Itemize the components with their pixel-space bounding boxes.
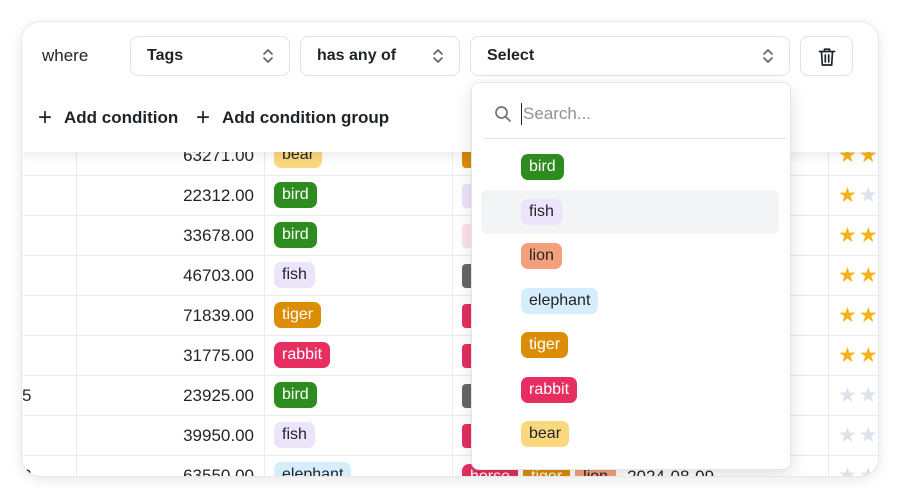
- option-bear[interactable]: bear: [481, 412, 779, 456]
- tag-cell: bird: [274, 382, 317, 408]
- star-icon[interactable]: ★: [838, 344, 859, 367]
- add-condition-button[interactable]: + Add condition: [38, 104, 179, 131]
- star-icon[interactable]: ★: [838, 384, 859, 407]
- rating-cell[interactable]: ★★: [838, 385, 878, 407]
- option-tiger[interactable]: tiger: [481, 323, 779, 367]
- chevron-up-down-icon: [763, 49, 773, 63]
- tag-badge: elephant: [274, 462, 352, 476]
- filter-window: 63271.00 bear ★★ 22312.00 bird ★★ 33678.00 bird…: [22, 22, 878, 476]
- tag-badge: rabbit: [274, 342, 331, 368]
- trash-icon: [818, 48, 836, 66]
- star-icon[interactable]: ★: [859, 384, 878, 407]
- amount-cell: 23925.00: [183, 386, 254, 405]
- star-icon[interactable]: ★: [859, 424, 878, 447]
- tag-badge: fish: [274, 262, 315, 288]
- option-tag-badge: rabbit: [521, 376, 578, 403]
- operator-select-value: has any of: [317, 47, 397, 64]
- row-id-cell: [22, 296, 76, 336]
- row-id-cell: [22, 416, 76, 456]
- amount-cell: 39950.00: [183, 426, 254, 445]
- star-icon[interactable]: ★: [859, 184, 878, 207]
- star-icon[interactable]: ★: [838, 184, 859, 207]
- rating-cell[interactable]: ★★: [838, 425, 878, 447]
- star-icon[interactable]: ★: [859, 304, 878, 327]
- search-input[interactable]: Search...: [523, 104, 591, 124]
- amount-cell: 63550.00: [183, 466, 254, 476]
- star-icon[interactable]: ★: [838, 264, 859, 287]
- star-icon[interactable]: ★: [859, 464, 878, 477]
- dropdown-search: Search...: [472, 83, 790, 139]
- rating-cell[interactable]: ★★: [838, 225, 878, 247]
- chevron-up-down-icon: [433, 49, 443, 63]
- star-icon[interactable]: ★: [838, 464, 859, 477]
- star-icon[interactable]: ★: [838, 424, 859, 447]
- add-condition-group-label: Add condition group: [222, 108, 390, 127]
- amount-cell: 33678.00: [183, 226, 254, 245]
- option-tag-badge: bear: [521, 421, 570, 447]
- field-select-value: Tags: [147, 47, 184, 64]
- tag-cell: fish: [274, 262, 315, 288]
- tag-badge: tiger: [274, 302, 322, 328]
- tag-badge: bird: [274, 382, 317, 408]
- value-select-value: Select: [487, 47, 535, 64]
- option-tag-badge: elephant: [521, 287, 599, 314]
- amount-cell: 46703.00: [183, 266, 254, 285]
- option-elephant[interactable]: elephant: [481, 279, 779, 323]
- row-id-cell: [22, 256, 76, 296]
- row-id-cell: 5: [22, 386, 32, 405]
- star-icon[interactable]: ★: [838, 224, 859, 247]
- option-rabbit[interactable]: rabbit: [481, 368, 779, 412]
- option-tag-badge: tiger: [521, 332, 569, 358]
- divider: [484, 138, 786, 139]
- tag-cell: tiger: [274, 302, 322, 328]
- option-tag-badge: lion: [521, 243, 562, 269]
- add-condition-group-button[interactable]: + Add condition group: [196, 104, 390, 131]
- tag-cell: elephant: [274, 462, 352, 476]
- tag-cell: bird: [274, 182, 317, 208]
- row-id-cell: [22, 216, 76, 256]
- plus-icon: +: [38, 104, 53, 131]
- value-select[interactable]: Select: [470, 36, 790, 76]
- star-icon[interactable]: ★: [859, 264, 878, 287]
- chevron-up-down-icon: [263, 49, 273, 63]
- amount-cell: 22312.00: [183, 186, 254, 205]
- option-tag-badge: fish: [521, 198, 562, 225]
- delete-condition-button[interactable]: [800, 36, 853, 76]
- search-icon: [495, 106, 511, 122]
- text-caret: [521, 103, 522, 125]
- option-lion[interactable]: lion: [481, 234, 779, 278]
- row-id-cell: [22, 176, 76, 216]
- tag-cell: rabbit: [274, 342, 331, 368]
- tag-badge: bird: [274, 222, 317, 248]
- tag-cell: fish: [274, 422, 315, 448]
- row-id-cell: 2: [22, 466, 32, 476]
- star-icon[interactable]: ★: [859, 224, 878, 247]
- where-label: where: [42, 46, 89, 65]
- rating-cell[interactable]: ★★: [838, 345, 878, 367]
- option-tag-badge: bird: [521, 154, 564, 180]
- operator-select[interactable]: has any of: [300, 36, 460, 76]
- rating-cell[interactable]: ★★: [838, 185, 878, 207]
- tag-options-dropdown: Search... bird fish lion elephant tiger rabbi…: [471, 82, 791, 470]
- add-condition-label: Add condition: [64, 108, 179, 127]
- option-fish[interactable]: fish: [481, 189, 779, 234]
- rating-cell[interactable]: ★★: [838, 265, 878, 287]
- tag-badge: fish: [274, 422, 315, 448]
- plus-icon: +: [196, 104, 211, 131]
- amount-cell: 31775.00: [183, 346, 254, 365]
- amount-cell: 71839.00: [183, 306, 254, 325]
- star-icon[interactable]: ★: [859, 344, 878, 367]
- row-id-cell: [22, 336, 76, 376]
- star-icon[interactable]: ★: [838, 304, 859, 327]
- rating-cell[interactable]: ★★: [838, 305, 878, 327]
- field-select[interactable]: Tags: [130, 36, 290, 76]
- tag-cell: bird: [274, 222, 317, 248]
- rating-cell[interactable]: ★★: [838, 464, 878, 477]
- option-bird[interactable]: bird: [481, 145, 779, 189]
- tag-badge: bird: [274, 182, 317, 208]
